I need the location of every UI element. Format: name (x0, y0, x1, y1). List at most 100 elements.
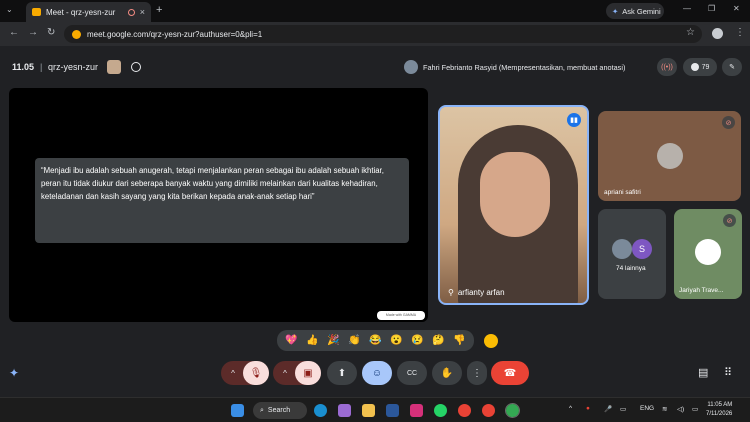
end-call-button[interactable]: ☎ (491, 361, 529, 385)
meeting-time: 11.05 (12, 62, 35, 72)
host-controls-icon[interactable] (107, 60, 121, 74)
mic-off-icon: ⊘ (722, 116, 735, 129)
reaction-party[interactable]: 🎉 (327, 335, 339, 346)
gemini-sparkle-icon: ✦ (612, 6, 619, 16)
gemini-sparkle-icon[interactable]: ✦ (9, 366, 19, 380)
site-info-icon[interactable] (72, 29, 81, 39)
ask-gemini-label: Ask Gemini (622, 6, 661, 16)
file-explorer-icon[interactable] (362, 404, 375, 417)
raise-hand-button[interactable]: ✋ (432, 361, 462, 385)
chrome-active-icon[interactable] (505, 403, 520, 418)
copilot-icon[interactable] (338, 404, 351, 417)
forward-button[interactable]: → (28, 27, 38, 38)
taskbar-search[interactable]: ⌕ Search (253, 402, 307, 419)
chrome-icon[interactable] (458, 404, 471, 417)
mic-options-button[interactable]: ^ (224, 361, 242, 385)
participant-name: Jariyah Trave... (679, 287, 724, 294)
avatar (657, 143, 683, 169)
mic-off-icon: ⊘ (723, 214, 736, 227)
ask-gemini-button[interactable]: ✦ Ask Gemini (606, 3, 664, 19)
edge-icon[interactable] (314, 404, 327, 417)
back-button[interactable]: ← (9, 27, 19, 38)
language-indicator[interactable]: ENG (640, 405, 654, 412)
tray-mic-icon[interactable]: 🎤 (604, 405, 612, 413)
speaking-indicator-icon: ▮▮ (567, 113, 581, 127)
bookmark-star-icon[interactable]: ☆ (686, 27, 695, 38)
emoji-button[interactable]: ☺ (362, 361, 392, 385)
apps-grid-icon[interactable]: ⠿ (724, 366, 732, 379)
present-button[interactable]: ⬆ (327, 361, 357, 385)
captions-button[interactable]: CC (397, 361, 427, 385)
search-icon: ⌕ (260, 406, 264, 414)
quote-text: “Menjadi ibu adalah sebuah anugerah, tet… (35, 158, 409, 243)
presentation-screen: “Menjadi ibu adalah sebuah anugerah, tet… (9, 88, 428, 322)
reactions-bar: 💖 👍 🎉 👏 😂 😮 😢 🤔 👎 (277, 330, 474, 351)
skin-tone-picker[interactable] (484, 334, 498, 348)
participants-button[interactable]: 79 (683, 58, 717, 76)
search-label: Search (267, 407, 291, 414)
pin-icon: ⚲ (448, 288, 454, 297)
presenter-chip: Fahri Febrianto Rasyid (Mempresentasikan… (404, 58, 654, 76)
maximize-button[interactable]: ❐ (708, 4, 715, 13)
reaction-thumbs-up[interactable]: 👍 (306, 335, 318, 346)
camera-options-button[interactable]: ^ (276, 361, 294, 385)
participant-tile-others[interactable]: S 74 lainnya (598, 209, 666, 299)
participant-name: apriani safitri (604, 189, 641, 196)
clock-date: 7/11/2026 (706, 411, 733, 417)
instagram-icon[interactable] (410, 404, 423, 417)
taskbar-clock[interactable]: 11:05 AM 7/11/2026 (706, 401, 732, 419)
recording-indicator-icon (127, 8, 135, 16)
tray-keyboard-icon[interactable]: ▭ (620, 405, 626, 413)
avatar (612, 239, 632, 259)
url-input[interactable]: meet.google.com/qrz-yesn-zur?authuser=0&… (64, 25, 702, 43)
avatar-letter: S (632, 239, 652, 259)
minimize-button[interactable]: — (683, 4, 691, 13)
meet-favicon-icon (32, 8, 41, 16)
tray-app-icon[interactable]: ● (586, 405, 590, 412)
reload-button[interactable]: ↻ (47, 27, 55, 38)
others-count-label: 74 lainnya (616, 265, 646, 272)
start-windows-icon[interactable] (231, 404, 244, 417)
word-icon[interactable] (386, 404, 399, 417)
meet-header: 11.05 | qrz-yesn-zur Fahri Febrianto Ras… (0, 56, 750, 80)
new-tab-button[interactable]: + (156, 4, 162, 16)
close-window-button[interactable]: ✕ (733, 4, 740, 13)
camera-off-button[interactable]: ▣ (295, 361, 321, 385)
profile-avatar[interactable] (712, 28, 723, 39)
participant-count: 79 (701, 63, 710, 71)
participant-name-main: ⚲ arfianty arfan (448, 288, 505, 297)
windows-taskbar: ⌕ Search ^ ● 🎤 ▭ ENG ≋ ◁) ▭ 11:05 AM 7/1… (0, 397, 750, 422)
chrome-profile-icon[interactable] (482, 404, 495, 417)
reaction-surprised[interactable]: 😮 (390, 335, 402, 346)
participant-tile-apriani[interactable]: ⊘ apriani safitri (598, 111, 741, 201)
tray-overflow-icon[interactable]: ^ (569, 405, 572, 412)
mic-off-button[interactable]: 🎙 (243, 361, 269, 385)
battery-icon[interactable]: ▭ (692, 405, 698, 413)
volume-icon[interactable]: ◁) (677, 405, 684, 413)
clock-time: 11:05 AM (707, 402, 733, 408)
browser-menu-icon[interactable]: ⋮ (735, 27, 745, 38)
reaction-thinking[interactable]: 🤔 (432, 335, 444, 346)
activities-icon[interactable]: ✎ (722, 58, 742, 76)
more-options-button[interactable]: ⋮ (467, 361, 487, 385)
header-separator: | (40, 62, 43, 72)
meeting-info-icon[interactable] (131, 62, 141, 72)
tab-meet[interactable]: Meet - qrz-yesn-zur × (26, 2, 151, 22)
wifi-icon[interactable]: ≋ (662, 405, 667, 413)
chat-icon[interactable]: ▤ (698, 366, 708, 379)
live-stream-icon[interactable]: ((•)) (657, 58, 677, 76)
tab-close-icon[interactable]: × (140, 7, 145, 17)
reaction-clap[interactable]: 👏 (348, 335, 360, 346)
participant-tile-main[interactable]: ▮▮ ⚲ arfianty arfan (438, 105, 589, 305)
people-icon (690, 63, 699, 71)
tab-list-chevron-icon[interactable]: ⌄ (6, 5, 13, 14)
reaction-heart[interactable]: 💖 (285, 335, 297, 346)
reaction-thumbs-down[interactable]: 👎 (453, 335, 465, 346)
reaction-sad[interactable]: 😢 (411, 335, 423, 346)
participant-tile-jariyah[interactable]: ⊘ Jariyah Trave... (674, 209, 742, 299)
whatsapp-icon[interactable] (434, 404, 447, 417)
browser-tab-bar: ⌄ Meet - qrz-yesn-zur × + ✦ Ask Gemini —… (0, 0, 750, 22)
avatar (695, 239, 721, 265)
presenter-text: Fahri Febrianto Rasyid (Mempresentasikan… (423, 62, 626, 72)
reaction-laugh[interactable]: 😂 (369, 335, 381, 346)
